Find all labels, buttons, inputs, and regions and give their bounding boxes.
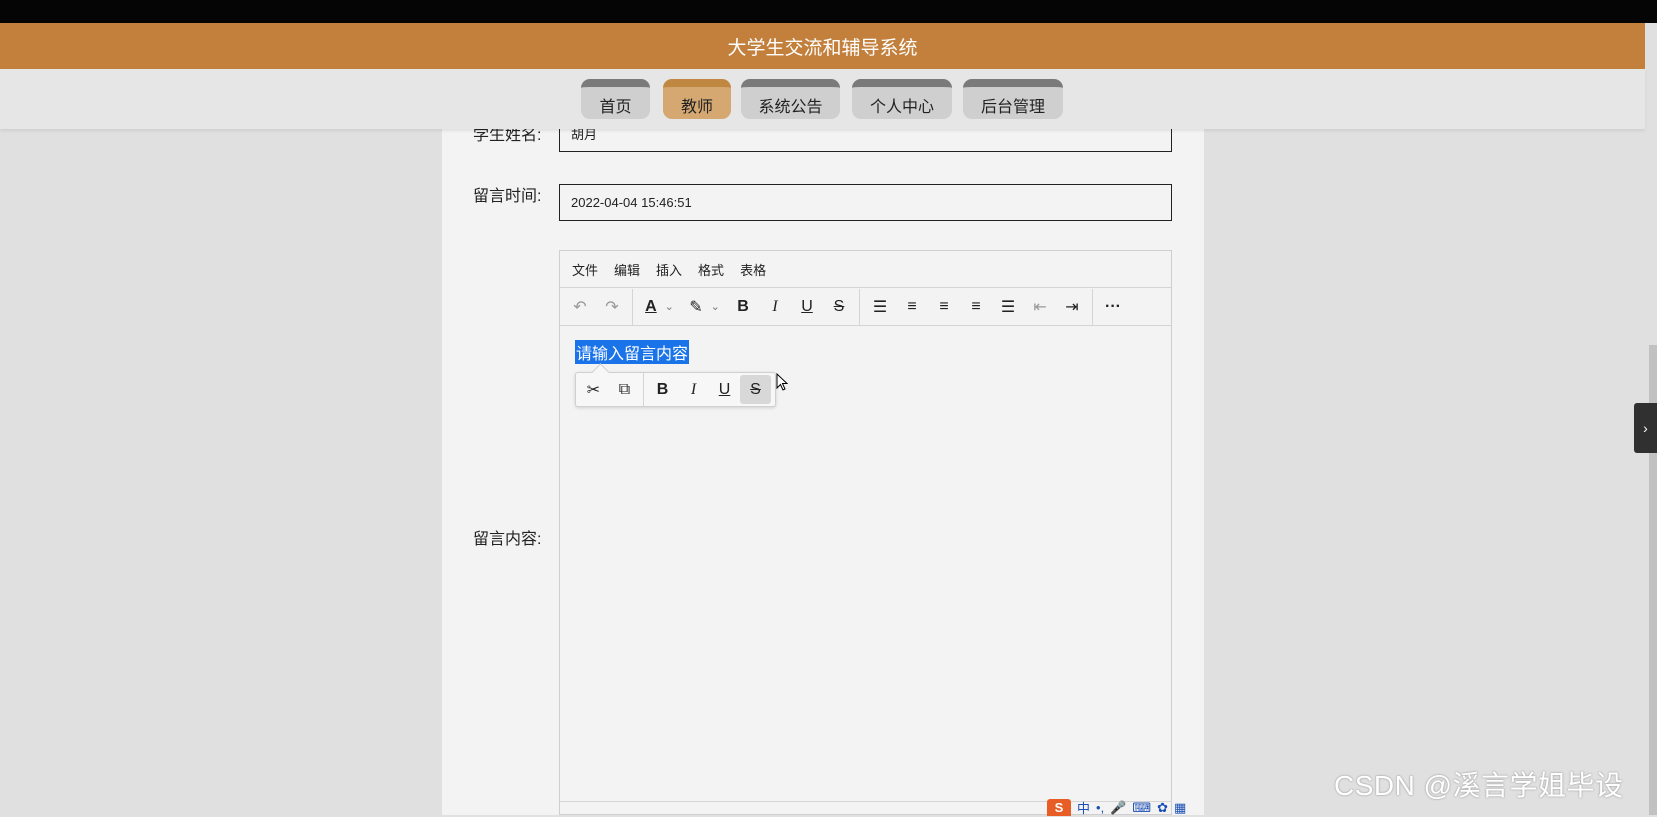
underline-icon[interactable]: U <box>791 292 823 322</box>
form-panel: 学生姓名: 胡月 留言时间: 2022-04-04 15:46:51 留言内容:… <box>442 115 1204 815</box>
message-content-label: 留言内容: <box>473 531 542 548</box>
undo-icon[interactable]: ↶ <box>564 292 596 322</box>
menu-insert[interactable]: 插入 <box>656 260 682 279</box>
side-panel-toggle[interactable]: › <box>1634 403 1657 453</box>
menu-edit[interactable]: 编辑 <box>614 260 640 279</box>
menu-table[interactable]: 表格 <box>740 260 766 279</box>
main-nav: 首页 教师 系统公告 个人中心 后台管理 <box>0 69 1645 129</box>
italic-icon[interactable]: I <box>759 292 791 322</box>
nav-personal-center[interactable]: 个人中心 <box>852 79 952 119</box>
indent-icon[interactable]: ⇥ <box>1056 292 1088 322</box>
bold-icon[interactable]: B <box>727 292 759 322</box>
align-left-icon[interactable]: ≡ <box>896 292 928 322</box>
menu-format[interactable]: 格式 <box>698 260 724 279</box>
strikethrough-icon[interactable]: S <box>740 375 771 404</box>
text-color-icon[interactable]: A ⌄ <box>637 292 682 322</box>
italic-icon[interactable]: I <box>678 375 709 404</box>
app-header: 大学生交流和辅导系统 <box>0 23 1645 70</box>
editor-toolbar: ↶ ↷ A ⌄ ✎ ⌄ B I U S ☰ ≡ ≡ ≡ ☰ ⇤ ⇥ ··· <box>560 288 1171 326</box>
align-right-icon[interactable]: ≡ <box>960 292 992 322</box>
nav-admin[interactable]: 后台管理 <box>963 79 1063 119</box>
sogou-ime-icon[interactable]: S <box>1047 799 1071 816</box>
cut-icon[interactable]: ✂ <box>578 375 609 404</box>
ime-toolbar[interactable]: S 中 •, 🎤 ⌨ ✿ ▦ <box>1047 798 1186 817</box>
watermark: CSDN @溪言学姐毕设 <box>1334 770 1624 801</box>
line-height-icon[interactable]: ☰ <box>864 292 896 322</box>
nav-teacher[interactable]: 教师 <box>663 79 731 119</box>
toolbar-divider <box>632 288 633 325</box>
toolbar-divider <box>1092 288 1093 325</box>
more-icon[interactable]: ··· <box>1097 292 1129 322</box>
chevron-right-icon: › <box>1643 420 1648 436</box>
keyboard-icon[interactable]: ⌨ <box>1132 800 1151 816</box>
underline-icon[interactable]: U <box>709 375 740 404</box>
redo-icon[interactable]: ↷ <box>596 292 628 322</box>
strikethrough-icon[interactable]: S <box>823 292 855 322</box>
grid-icon[interactable]: ▦ <box>1174 800 1186 816</box>
app-title: 大学生交流和辅导系统 <box>727 37 918 59</box>
nav-home[interactable]: 首页 <box>581 79 650 119</box>
skin-icon[interactable]: ✿ <box>1157 800 1168 816</box>
rich-text-editor[interactable]: 文件 编辑 插入 格式 表格 ↶ ↷ A ⌄ ✎ ⌄ B I U S ☰ ≡ ≡ ≡… <box>559 250 1172 815</box>
window-top-bar <box>0 0 1657 23</box>
ime-punctuation-icon[interactable]: •, <box>1096 800 1104 815</box>
highlight-icon[interactable]: ✎ ⌄ <box>682 292 727 322</box>
toolbar-divider <box>643 373 644 406</box>
editor-content[interactable]: 请输入留言内容 ✂ ⧉ B I U S <box>560 326 1171 815</box>
align-center-icon[interactable]: ≡ <box>928 292 960 322</box>
quick-toolbar: ✂ ⧉ B I U S <box>575 363 776 407</box>
message-time-label: 留言时间: <box>473 188 542 205</box>
editor-menubar: 文件 编辑 插入 格式 表格 <box>560 251 1171 288</box>
message-time-field[interactable]: 2022-04-04 15:46:51 <box>559 184 1172 221</box>
copy-icon[interactable]: ⧉ <box>609 375 640 404</box>
content-placeholder: 请输入留言内容 <box>575 340 690 364</box>
toolbar-divider <box>859 288 860 325</box>
menu-file[interactable]: 文件 <box>572 260 598 279</box>
outdent-icon[interactable]: ⇤ <box>1024 292 1056 322</box>
bold-icon[interactable]: B <box>647 375 678 404</box>
align-justify-icon[interactable]: ☰ <box>992 292 1024 322</box>
ime-language[interactable]: 中 <box>1077 798 1090 817</box>
mouse-cursor-icon <box>776 372 789 396</box>
nav-announcements[interactable]: 系统公告 <box>741 79 840 119</box>
microphone-icon[interactable]: 🎤 <box>1110 800 1126 816</box>
